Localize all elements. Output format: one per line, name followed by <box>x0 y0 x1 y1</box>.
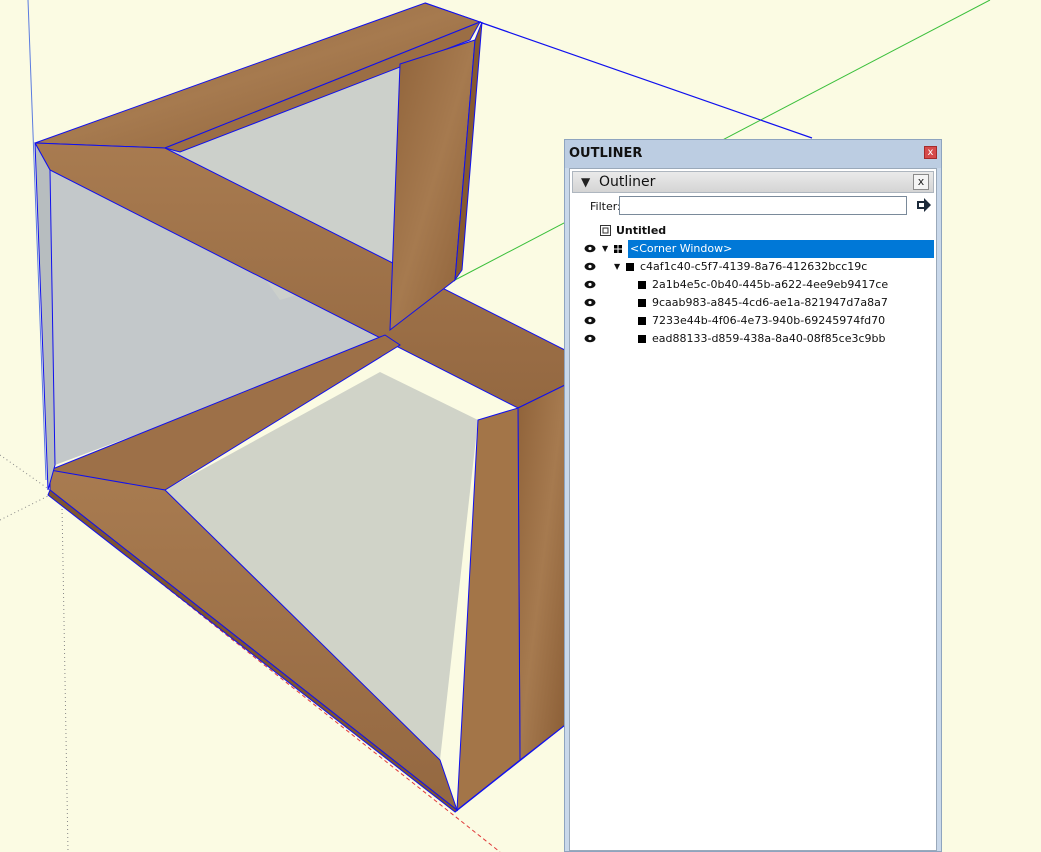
guide-dotted <box>0 454 51 491</box>
tree-item-label: 2a1b4e5c-0b40-445b-a622-4ee9eb9417ce <box>652 278 889 291</box>
panel-header[interactable]: ▼ Outliner x <box>572 171 934 193</box>
group-icon <box>638 281 646 289</box>
tree-item-label: <Corner Window> <box>630 242 733 255</box>
tree-item-label: ead88133-d859-438a-8a40-08f85ce3c9bb <box>652 332 886 345</box>
guide-dotted <box>0 494 51 521</box>
component-icon <box>614 245 622 253</box>
model-icon <box>600 225 611 236</box>
group-icon <box>626 263 634 271</box>
panel-close-button[interactable]: x <box>913 174 929 190</box>
tree-item-label: 7233e44b-4f06-4e73-940b-69245974fd70 <box>652 314 886 327</box>
tray-close-button[interactable]: x <box>924 146 937 159</box>
tree-root-row[interactable]: Untitled <box>570 222 936 240</box>
tree-root-label: Untitled <box>616 224 667 237</box>
group-icon <box>638 317 646 325</box>
tree-item-row[interactable]: ead88133-d859-438a-8a40-08f85ce3c9bb <box>570 330 936 348</box>
filter-label: Filter: <box>590 200 621 213</box>
expand-arrow-icon[interactable]: ▼ <box>614 262 620 271</box>
visibility-eye-icon[interactable] <box>584 262 596 271</box>
tree-item-row[interactable]: 2a1b4e5c-0b40-445b-a622-4ee9eb9417ce <box>570 276 936 294</box>
tree-item-label: 9caab983-a845-4cd6-ae1a-821947d7a8a7 <box>652 296 888 309</box>
visibility-eye-icon[interactable] <box>584 298 596 307</box>
panel-title: Outliner <box>599 174 656 190</box>
outliner-tray: OUTLINER x ▼ Outliner x Filter: Untitled <box>564 139 942 852</box>
tree-item-row[interactable]: ▼ <Corner Window> <box>570 240 936 258</box>
tray-title: OUTLINER <box>569 146 643 161</box>
visibility-eye-icon[interactable] <box>584 244 596 253</box>
collapse-triangle-icon[interactable]: ▼ <box>581 175 590 189</box>
visibility-eye-icon[interactable] <box>584 334 596 343</box>
filter-input[interactable] <box>619 196 907 215</box>
front-post <box>517 384 566 762</box>
group-icon <box>638 335 646 343</box>
tree-item-row[interactable]: ▼ c4af1c40-c5f7-4139-8a76-412632bcc19c <box>570 258 936 276</box>
back-post <box>389 39 476 332</box>
tree-item-label: c4af1c40-c5f7-4139-8a76-412632bcc19c <box>640 260 868 273</box>
bounding-box-edge <box>424 2 813 139</box>
expand-arrow-icon[interactable]: ▼ <box>602 244 608 253</box>
filter-options-icon[interactable] <box>915 196 933 214</box>
visibility-eye-icon[interactable] <box>584 280 596 289</box>
visibility-eye-icon[interactable] <box>584 316 596 325</box>
guide-dotted <box>61 504 69 852</box>
group-icon <box>638 299 646 307</box>
tree-item-row[interactable]: 9caab983-a845-4cd6-ae1a-821947d7a8a7 <box>570 294 936 312</box>
outliner-panel: ▼ Outliner x Filter: Untitled ▼ <Corner … <box>569 168 937 851</box>
tray-titlebar[interactable]: OUTLINER x <box>565 140 941 168</box>
tree-item-row[interactable]: 7233e44b-4f06-4e73-940b-69245974fd70 <box>570 312 936 330</box>
